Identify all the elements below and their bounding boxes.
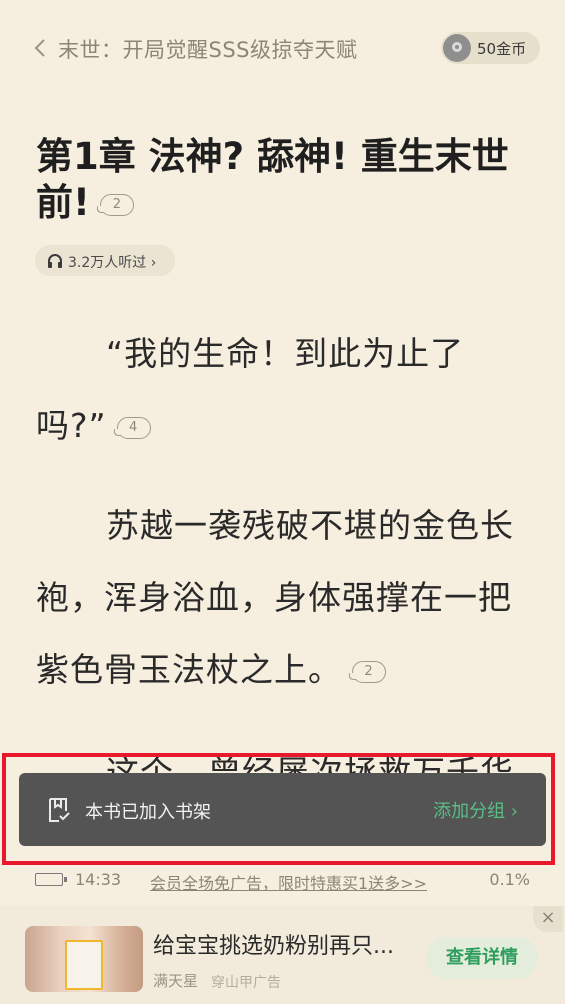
comment-bubble-icon[interactable]: 2 [99, 193, 134, 216]
comment-bubble-icon[interactable]: 2 [352, 660, 386, 683]
vip-promo-link[interactable]: 会员全场免广告，限时特惠买1送多>> [150, 870, 427, 894]
chapter-title: 第1章 法神? 舔神! 重生末世前! 2 [36, 134, 536, 226]
headphone-icon [48, 254, 62, 268]
view-details-button[interactable]: 查看详情 [426, 937, 538, 979]
battery-icon [35, 873, 67, 886]
top-bar: 末世：开局觉醒SSS级掠夺天赋 50金币 [0, 28, 565, 68]
listen-button[interactable]: 3.2万人听过 › [35, 245, 175, 276]
close-icon[interactable]: × [533, 906, 563, 932]
toast-message: 本书已加入书架 [85, 802, 211, 823]
ad-title[interactable]: 给宝宝挑选奶粉别再只... [153, 928, 394, 960]
bookshelf-check-icon [49, 798, 70, 822]
paragraph: “我的生命！到此为止了吗?” 4 [36, 334, 465, 445]
reader-page: 末世：开局觉醒SSS级掠夺天赋 50金币 第1章 法神? 舔神! 重生末世前! 2… [0, 0, 565, 1004]
paragraph: 苏越一袭残破不堪的金色长袍，浑身浴血，身体强撑在一把紫色骨玉法杖之上。 2 [36, 506, 514, 689]
comment-bubble-icon[interactable]: 4 [116, 416, 151, 439]
added-to-shelf-toast: 本书已加入书架 添加分组 › [19, 773, 546, 846]
listen-count: 3.2万人听过 › [68, 255, 157, 271]
book-title[interactable]: 末世：开局觉醒SSS级掠夺天赋 [58, 34, 358, 64]
coin-icon [443, 34, 471, 62]
ad-brand: 满天星 [153, 972, 199, 990]
ad-image[interactable] [25, 926, 143, 992]
add-group-button[interactable]: 添加分组 › [433, 797, 518, 823]
back-icon[interactable] [30, 34, 52, 62]
coins-label: 50金币 [477, 40, 527, 58]
status-time: 14:33 [75, 870, 122, 889]
ad-image-product [65, 940, 103, 990]
ad-source: 穿山甲广告 [211, 975, 281, 991]
reading-progress: 0.1% [489, 870, 530, 889]
